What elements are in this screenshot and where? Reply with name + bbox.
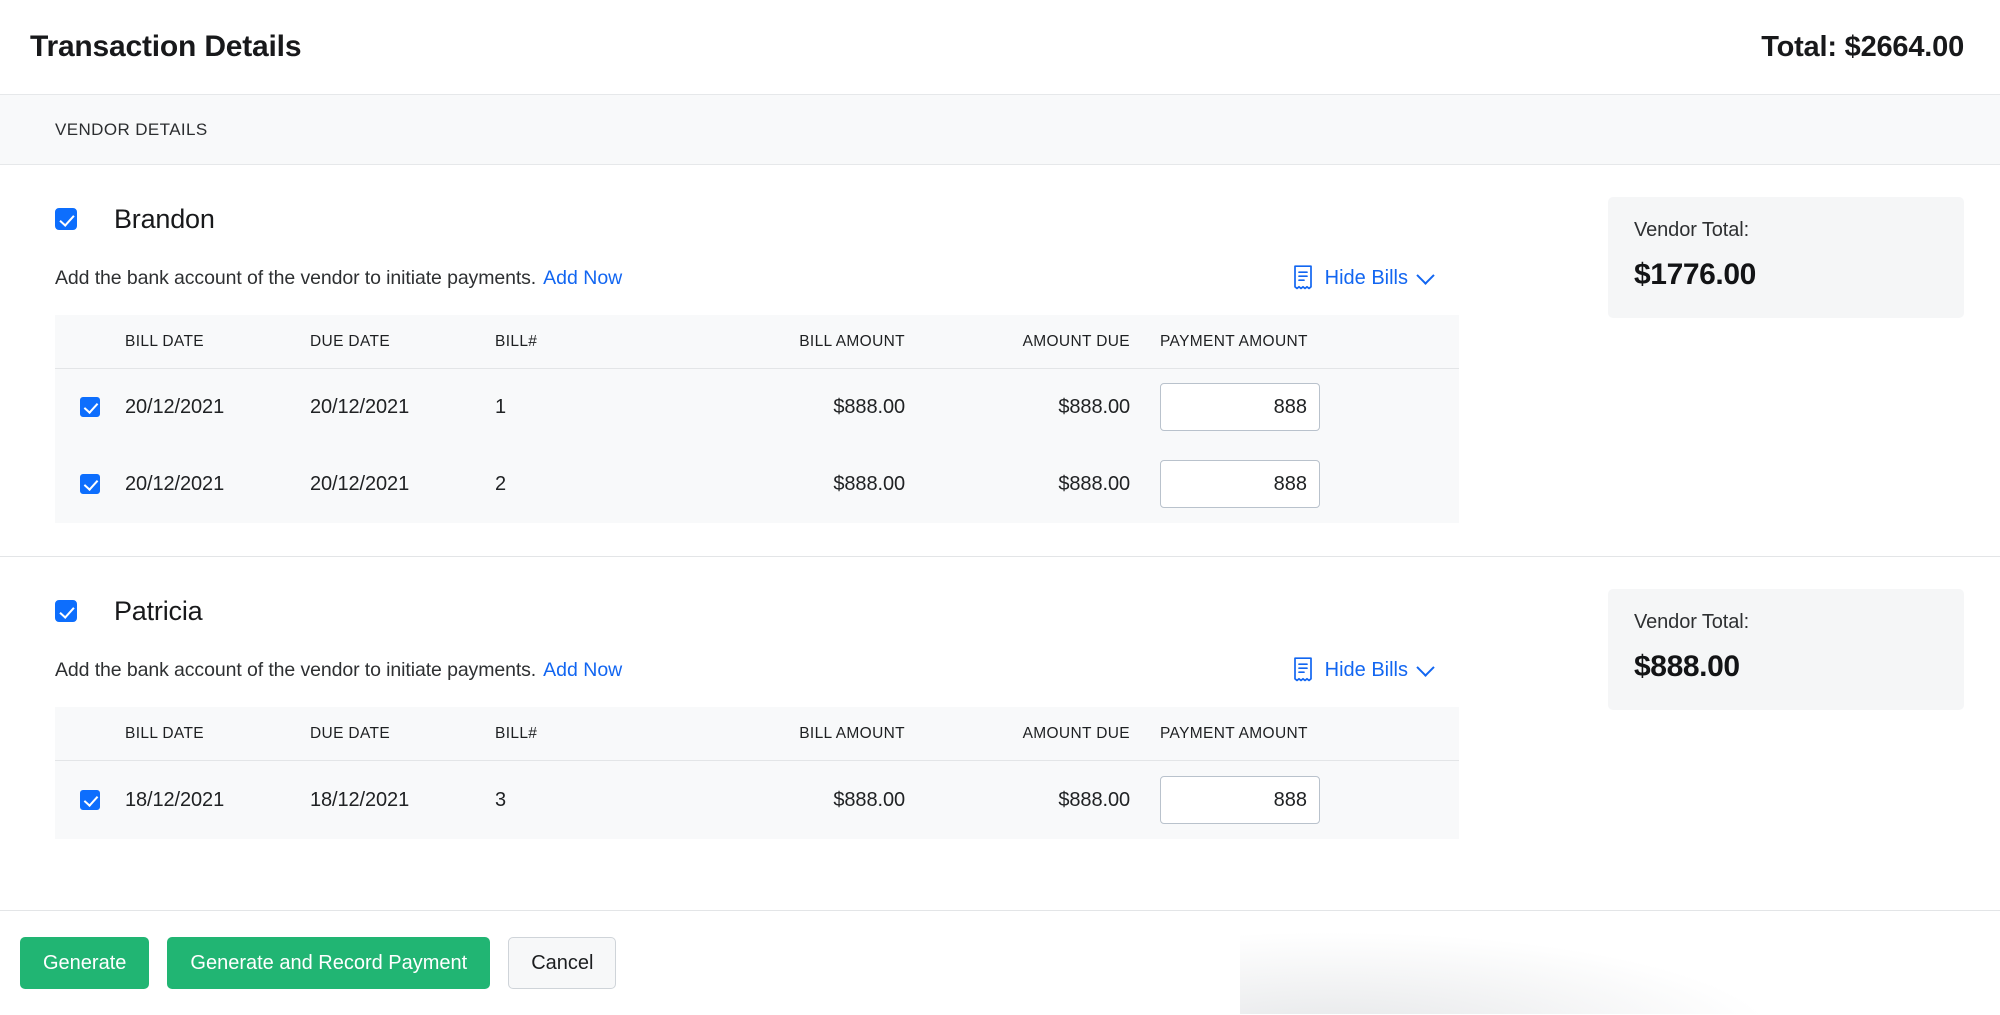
- chevron-down-icon: [1416, 658, 1434, 676]
- table-row: 20/12/2021 20/12/2021 2 $888.00 $888.00: [55, 445, 1459, 523]
- row-select-cell: [55, 397, 125, 417]
- header-payment-amount: PAYMENT AMOUNT: [1130, 333, 1390, 351]
- cell-bill-number: 1: [495, 396, 680, 419]
- vendor-name: Brandon: [114, 204, 215, 235]
- dialog-footer: Generate Generate and Record Payment Can…: [0, 910, 2000, 1014]
- add-bank-account-link[interactable]: Add Now: [543, 267, 622, 290]
- receipt-icon: [1292, 265, 1314, 291]
- header-due-date: DUE DATE: [310, 333, 495, 351]
- cell-due-date: 18/12/2021: [310, 789, 495, 812]
- bills-table-header: BILL DATE DUE DATE BILL# BILL AMOUNT AMO…: [55, 315, 1459, 369]
- header-due-date: DUE DATE: [310, 725, 495, 743]
- cell-due-date: 20/12/2021: [310, 396, 495, 419]
- hide-bills-toggle[interactable]: Hide Bills: [1292, 265, 1460, 291]
- table-row: 20/12/2021 20/12/2021 1 $888.00 $888.00: [55, 369, 1459, 445]
- cell-payment-amount: [1130, 460, 1390, 508]
- vendor-details-section-bar: VENDOR DETAILS: [0, 95, 2000, 165]
- cell-bill-date: 20/12/2021: [125, 396, 310, 419]
- vendor-bank-hint: Add the bank account of the vendor to in…: [55, 659, 536, 682]
- vendor-bank-hint-row: Add the bank account of the vendor to in…: [0, 255, 1460, 301]
- cell-bill-amount: $888.00: [680, 396, 905, 419]
- cell-due-date: 20/12/2021: [310, 473, 495, 496]
- header-amount-due: AMOUNT DUE: [905, 333, 1130, 351]
- bill-select-checkbox[interactable]: [80, 790, 100, 810]
- bill-select-checkbox[interactable]: [80, 397, 100, 417]
- receipt-icon: [1292, 657, 1314, 683]
- vendor-bank-hint-row: Add the bank account of the vendor to in…: [0, 647, 1460, 693]
- vendor-total-value: $1776.00: [1634, 258, 1938, 292]
- hide-bills-label: Hide Bills: [1325, 267, 1408, 290]
- cell-payment-amount: [1130, 383, 1390, 431]
- cell-bill-number: 2: [495, 473, 680, 496]
- section-title: VENDOR DETAILS: [55, 120, 208, 140]
- hide-bills-label: Hide Bills: [1325, 659, 1408, 682]
- vendor-list: Brandon Add the bank account of the vend…: [0, 165, 2000, 910]
- cell-payment-amount: [1130, 776, 1390, 824]
- hide-bills-toggle[interactable]: Hide Bills: [1292, 657, 1460, 683]
- vendor-total-card: Vendor Total: $888.00: [1608, 589, 1964, 710]
- bills-table: BILL DATE DUE DATE BILL# BILL AMOUNT AMO…: [55, 707, 1459, 839]
- header-bill-number: BILL#: [495, 333, 680, 351]
- row-select-cell: [55, 790, 125, 810]
- header-bill-date: BILL DATE: [125, 333, 310, 351]
- dialog-header: Transaction Details Total: $2664.00: [0, 0, 2000, 95]
- payment-amount-input[interactable]: [1160, 383, 1320, 431]
- cell-bill-amount: $888.00: [680, 789, 905, 812]
- vendor-total-card: Vendor Total: $1776.00: [1608, 197, 1964, 318]
- payment-amount-input[interactable]: [1160, 460, 1320, 508]
- table-row: 18/12/2021 18/12/2021 3 $888.00 $888.00: [55, 761, 1459, 839]
- bills-table: BILL DATE DUE DATE BILL# BILL AMOUNT AMO…: [55, 315, 1459, 523]
- vendor-select-checkbox[interactable]: [55, 600, 77, 622]
- vendor-total-label: Vendor Total:: [1634, 219, 1938, 242]
- vendor-bank-hint: Add the bank account of the vendor to in…: [55, 267, 536, 290]
- vendor-block: Brandon Add the bank account of the vend…: [0, 165, 2000, 523]
- cell-bill-date: 20/12/2021: [125, 473, 310, 496]
- cancel-button[interactable]: Cancel: [508, 937, 616, 989]
- cell-amount-due: $888.00: [905, 789, 1130, 812]
- payment-amount-input[interactable]: [1160, 776, 1320, 824]
- header-bill-date: BILL DATE: [125, 725, 310, 743]
- header-amount-due: AMOUNT DUE: [905, 725, 1130, 743]
- add-bank-account-link[interactable]: Add Now: [543, 659, 622, 682]
- page-title: Transaction Details: [30, 30, 301, 64]
- cell-bill-number: 3: [495, 789, 680, 812]
- bills-table-header: BILL DATE DUE DATE BILL# BILL AMOUNT AMO…: [55, 707, 1459, 761]
- row-select-cell: [55, 474, 125, 494]
- vendor-total-label: Vendor Total:: [1634, 611, 1938, 634]
- generate-and-record-payment-button[interactable]: Generate and Record Payment: [167, 937, 490, 989]
- chevron-down-icon: [1416, 266, 1434, 284]
- vendor-block: Patricia Add the bank account of the ven…: [0, 557, 2000, 839]
- generate-button[interactable]: Generate: [20, 937, 149, 989]
- cell-amount-due: $888.00: [905, 473, 1130, 496]
- cell-bill-date: 18/12/2021: [125, 789, 310, 812]
- transaction-details-dialog: Transaction Details Total: $2664.00 VEND…: [0, 0, 2000, 1015]
- corner-shadow: [1240, 928, 2000, 1014]
- bill-select-checkbox[interactable]: [80, 474, 100, 494]
- header-payment-amount: PAYMENT AMOUNT: [1130, 725, 1390, 743]
- header-bill-number: BILL#: [495, 725, 680, 743]
- cell-bill-amount: $888.00: [680, 473, 905, 496]
- cell-amount-due: $888.00: [905, 396, 1130, 419]
- grand-total: Total: $2664.00: [1761, 31, 1964, 64]
- header-bill-amount: BILL AMOUNT: [680, 725, 905, 743]
- vendor-total-value: $888.00: [1634, 650, 1938, 684]
- vendor-name: Patricia: [114, 596, 202, 627]
- header-bill-amount: BILL AMOUNT: [680, 333, 905, 351]
- vendor-select-checkbox[interactable]: [55, 208, 77, 230]
